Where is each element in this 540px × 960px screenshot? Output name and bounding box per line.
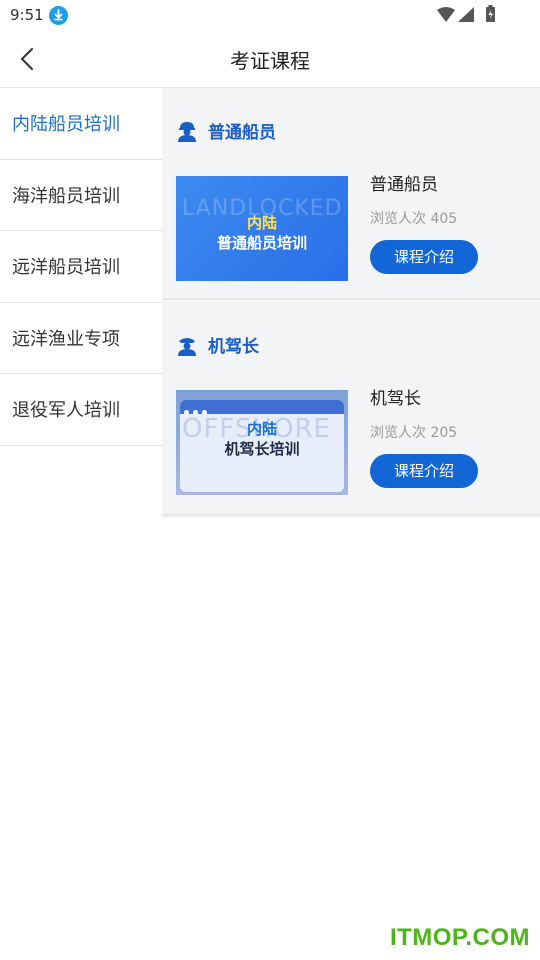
section-header: 机驾长 (176, 332, 259, 357)
course-section: 机驾长 OFFSHORE 内陆 机驾长培训 机驾长 浏览人次 205 课程介绍 (162, 302, 540, 516)
window-titlebar (180, 400, 344, 415)
captain-icon (176, 334, 198, 356)
status-time: 9:51 (10, 6, 44, 24)
thumbnail-line2: 机驾长培训 (224, 440, 300, 458)
worker-icon (176, 120, 198, 142)
sidebar-item-inland[interactable]: 内陆船员培训 (0, 88, 162, 160)
category-sidebar: 内陆船员培训 海洋船员培训 远洋船员培训 远洋渔业专项 退役军人培训 (0, 88, 162, 446)
course-title[interactable]: 普通船员 (370, 170, 438, 195)
course-intro-button[interactable]: 课程介绍 (370, 454, 478, 488)
signal-icon (458, 7, 474, 22)
view-count: 浏览人次 405 (370, 211, 458, 227)
wifi-icon (437, 7, 455, 22)
sidebar-item-label: 海洋船员培训 (12, 185, 120, 207)
section-header: 普通船员 (176, 118, 276, 143)
course-section: 普通船员 LANDLOCKED 内陆 普通船员培训 普通船员 浏览人次 405 … (162, 88, 540, 300)
sidebar-item-marine[interactable]: 海洋船员培训 (0, 159, 162, 231)
course-title[interactable]: 机驾长 (370, 384, 421, 409)
section-title: 普通船员 (208, 123, 276, 143)
battery-icon (486, 5, 495, 22)
thumbnail-line1: 内陆 (246, 420, 277, 438)
sidebar-item-fishery[interactable]: 远洋渔业专项 (0, 302, 162, 374)
sidebar-item-ocean[interactable]: 远洋船员培训 (0, 231, 162, 303)
course-intro-button[interactable]: 课程介绍 (370, 240, 478, 274)
thumbnail-line2: 普通船员培训 (216, 234, 307, 252)
site-watermark: ITMOP.COM (389, 924, 530, 951)
status-bar: 9:51 (0, 0, 540, 30)
course-thumbnail[interactable]: OFFSHORE 内陆 机驾长培训 (176, 390, 348, 495)
download-icon (49, 6, 68, 25)
sidebar-item-label: 内陆船员培训 (12, 114, 120, 136)
course-thumbnail[interactable]: LANDLOCKED 内陆 普通船员培训 (176, 176, 348, 281)
page-title: 考证课程 (230, 49, 310, 73)
section-title: 机驾长 (208, 337, 259, 357)
sidebar-item-label: 远洋渔业专项 (12, 328, 120, 350)
sidebar-item-label: 远洋船员培训 (12, 257, 120, 279)
sidebar-item-label: 退役军人培训 (12, 400, 120, 422)
thumbnail-line1: 内陆 (246, 214, 277, 232)
course-list: 普通船员 LANDLOCKED 内陆 普通船员培训 普通船员 浏览人次 405 … (162, 88, 540, 518)
status-icons (436, 5, 506, 25)
view-count: 浏览人次 205 (370, 425, 458, 441)
title-bar: 考证课程 (0, 30, 540, 88)
sidebar-item-veteran[interactable]: 退役军人培训 (0, 374, 162, 446)
